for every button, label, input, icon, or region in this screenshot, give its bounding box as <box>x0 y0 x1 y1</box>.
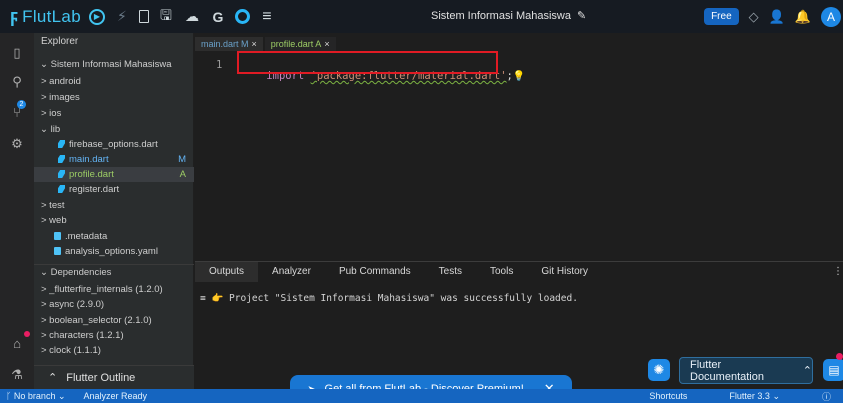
tab-tools[interactable]: Tools <box>476 262 527 282</box>
ai-assistant-button[interactable]: ✺ <box>648 359 670 381</box>
dependency-item[interactable]: > boolean_selector (2.1.0) <box>34 313 194 328</box>
line-number: 1 <box>216 59 223 71</box>
cloud-icon[interactable]: ☁ <box>183 8 201 26</box>
google-icon[interactable]: G <box>209 8 227 26</box>
output-message: ≡ 👉 Project "Sistem Informasi Mahasiswa"… <box>200 293 578 304</box>
editor-tabs: main.dart M × profile.dart A × <box>195 37 336 51</box>
tree-folder-ios[interactable]: > ios <box>34 106 194 121</box>
activity-bar: ▯ ⚲ ⑂ 2 ⚙ ⌂ ⚗ <box>0 33 34 389</box>
project-title-area: Sistem Informasi Mahasiswa ✎ <box>431 9 586 23</box>
save-icon[interactable]: 🖫 <box>157 7 175 26</box>
flutter-outline-toggle[interactable]: ⌃ Flutter Outline <box>34 365 194 389</box>
bank-notification-dot <box>24 331 30 337</box>
flutter-version-selector[interactable]: Flutter 3.3 ⌄ <box>729 391 780 402</box>
list-icon: ≡ <box>200 293 206 304</box>
explorer-panel: Explorer ⌄ Sistem Informasi Mahasiswa > … <box>34 33 194 389</box>
pointing-hand-icon: 👉 <box>211 293 224 304</box>
dependency-item[interactable]: > _flutterfire_internals (1.2.0) <box>34 282 194 297</box>
tab-git-history[interactable]: Git History <box>527 262 602 282</box>
stop-icon[interactable] <box>138 10 149 23</box>
tree-folder-android[interactable]: > android <box>34 74 194 89</box>
dart-file-icon <box>58 155 65 163</box>
project-title: Sistem Informasi Mahasiswa <box>431 9 571 22</box>
flutlab-logo-icon: ϝ <box>10 6 19 26</box>
extensions-icon[interactable]: ⚗ <box>9 367 25 383</box>
chevron-down-icon: ⌄ <box>40 124 48 135</box>
tab-profile-dart[interactable]: profile.dart A × <box>264 37 336 51</box>
tree-file-firebase-options[interactable]: firebase_options.dart <box>34 137 194 152</box>
device-target-icon[interactable] <box>234 9 250 24</box>
highlight-annotation <box>237 51 498 74</box>
dart-file-icon <box>58 185 65 193</box>
panel-tabs: Outputs Analyzer Pub Commands Tests Tool… <box>195 262 843 282</box>
flutter-doc-label: Flutter Documentation <box>690 358 764 383</box>
explorer-header: Explorer <box>41 36 79 47</box>
tree-folder-web[interactable]: > web <box>34 213 194 228</box>
added-badge: A <box>179 169 186 180</box>
git-branch-icon: ᚴ <box>6 390 12 401</box>
close-icon[interactable]: × <box>252 39 257 49</box>
tab-tests[interactable]: Tests <box>425 262 476 282</box>
lightbulb-icon[interactable]: 💡 <box>513 71 525 82</box>
tab-outputs[interactable]: Outputs <box>195 262 259 282</box>
code-editor[interactable]: 1 import 'package:flutter/material.dart'… <box>195 51 843 260</box>
file-icon <box>54 247 61 255</box>
tree-folder-lib[interactable]: ⌄ lib <box>34 122 194 137</box>
double-chevron-up-icon: ⌃ <box>802 365 812 377</box>
bank-icon[interactable]: ⌂ <box>9 335 25 351</box>
status-bar: ᚴ No branch ⌄ Analyzer Ready Shortcuts F… <box>0 389 843 403</box>
avatar[interactable]: A <box>821 6 841 27</box>
logo[interactable]: ϝ FlutLab <box>0 6 81 27</box>
layers-icon[interactable]: ◇ <box>749 9 759 25</box>
tab-pub-commands[interactable]: Pub Commands <box>325 262 425 282</box>
menu-icon[interactable]: ≡ <box>258 8 276 26</box>
source-control-badge: 2 <box>17 100 26 109</box>
flutter-documentation-button[interactable]: Flutter Documentation ⌃ <box>679 357 813 384</box>
tree-file-profile[interactable]: profile.dart A <box>34 167 194 182</box>
tree-file-metadata[interactable]: .metadata <box>34 229 194 244</box>
dependency-item[interactable]: > characters (1.2.1) <box>34 328 194 343</box>
hot-reload-icon[interactable]: ⚡ <box>113 8 131 26</box>
close-icon[interactable]: × <box>324 39 329 49</box>
plan-badge[interactable]: Free <box>704 8 739 25</box>
tree-file-main[interactable]: main.dart M <box>34 152 194 167</box>
dependencies-header[interactable]: ⌄ Dependencies <box>34 264 194 279</box>
modified-badge: M <box>178 154 186 165</box>
shortcuts-link[interactable]: Shortcuts <box>649 391 687 401</box>
more-options-icon[interactable]: ⋮ <box>833 266 843 277</box>
notification-icon[interactable]: 🔔 <box>795 9 811 25</box>
tab-analyzer[interactable]: Analyzer <box>258 262 325 282</box>
tree-file-register[interactable]: register.dart <box>34 182 194 197</box>
logo-text: FlutLab <box>22 6 81 26</box>
file-icon <box>54 232 61 240</box>
tree-folder-images[interactable]: > images <box>34 90 194 105</box>
dart-file-icon <box>58 170 65 178</box>
run-icon[interactable]: ▶ <box>88 8 105 25</box>
analyzer-status: Analyzer Ready <box>83 390 148 401</box>
chevron-down-icon: ⌄ <box>40 267 48 278</box>
right-tools: Free ◇ 👤 🔔 A <box>704 0 843 33</box>
dart-file-icon <box>58 140 65 148</box>
chevron-down-icon: ⌄ <box>40 59 48 70</box>
tree-folder-test[interactable]: > test <box>34 198 194 213</box>
dependency-item[interactable]: > async (2.9.0) <box>34 297 194 312</box>
top-bar: ϝ FlutLab ▶ ⚡ 🖫 ☁ G ≡ Sistem Informasi M… <box>0 0 843 33</box>
tab-main-dart[interactable]: main.dart M × <box>195 37 263 51</box>
edit-title-icon[interactable]: ✎ <box>577 9 586 22</box>
add-user-icon[interactable]: 👤 <box>769 9 785 25</box>
flutter-outline-label: Flutter Outline <box>66 371 136 384</box>
search-icon[interactable]: ⚲ <box>9 74 25 90</box>
chat-notification-dot <box>836 353 843 360</box>
chat-button[interactable]: ▤ <box>823 359 843 381</box>
files-icon[interactable]: ▯ <box>9 45 25 61</box>
project-root[interactable]: ⌄ Sistem Informasi Mahasiswa <box>34 57 194 72</box>
openai-icon: ✺ <box>653 362 665 377</box>
tree-file-analysis-options[interactable]: analysis_options.yaml <box>34 244 194 259</box>
double-chevron-up-icon: ⌃ <box>48 372 58 384</box>
help-icon[interactable]: ⓘ <box>822 390 831 403</box>
branch-selector[interactable]: ᚴ No branch ⌄ <box>6 391 66 402</box>
dependency-item[interactable]: > clock (1.1.1) <box>34 343 194 358</box>
settings-icon[interactable]: ⚙ <box>9 136 25 152</box>
chat-icon: ▤ <box>828 363 840 377</box>
